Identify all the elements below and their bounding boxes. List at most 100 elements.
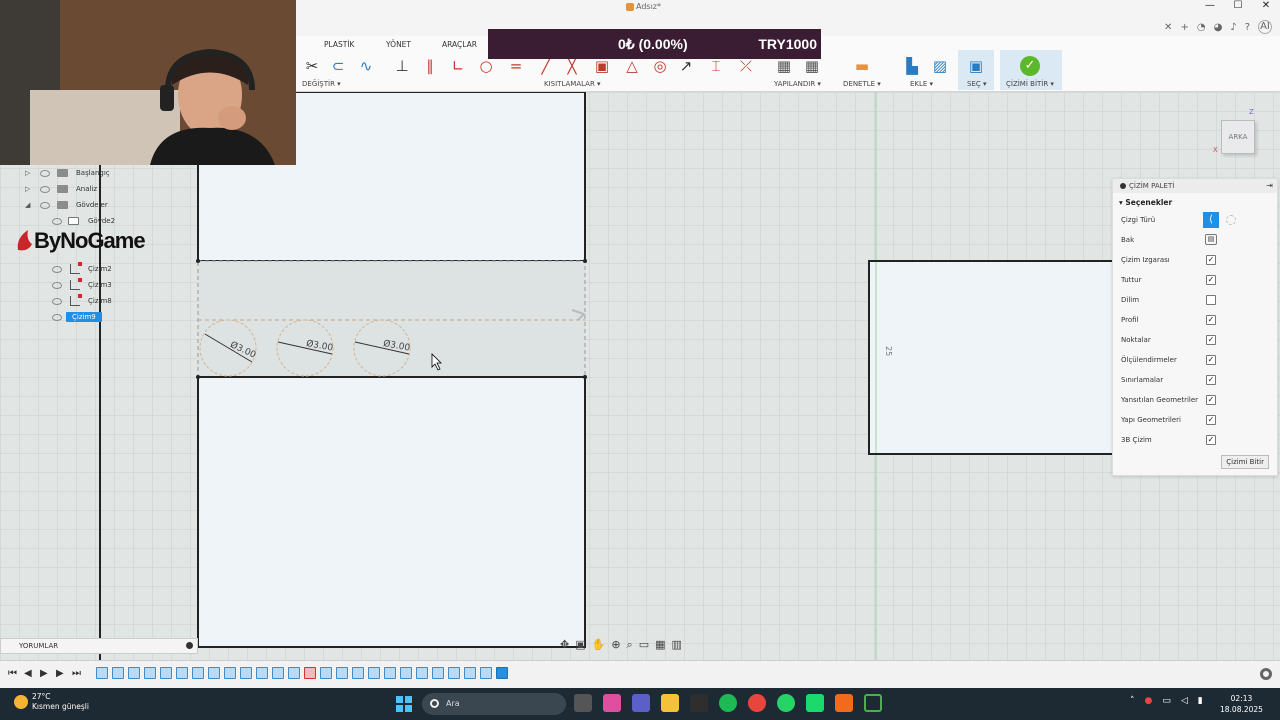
windows-start-icon[interactable]: [396, 696, 412, 712]
timeline-feature[interactable]: [448, 667, 460, 679]
collapse-icon[interactable]: ◢: [25, 201, 30, 209]
chrome-icon[interactable]: [748, 694, 766, 712]
symmetry-icon[interactable]: ⌶: [706, 56, 726, 76]
timeline-feature[interactable]: [416, 667, 428, 679]
timeline-next-icon[interactable]: ▶: [56, 668, 64, 679]
coincident-icon[interactable]: ╱: [536, 56, 556, 76]
tree-item-sketch9[interactable]: Çizim9: [0, 309, 160, 325]
timeline-feature[interactable]: [432, 667, 444, 679]
concentric-icon[interactable]: ◎: [650, 56, 670, 76]
equal-icon[interactable]: =: [506, 56, 526, 76]
taskbar-search[interactable]: Ara: [422, 693, 566, 715]
finish-sketch-button[interactable]: Çizimi Bitir: [1221, 455, 1269, 469]
history-icon[interactable]: ◔: [1197, 22, 1206, 33]
maximize-button[interactable]: ☐: [1224, 0, 1252, 18]
tab-manage[interactable]: YÖNET: [386, 40, 411, 49]
linetype-centerline-icon[interactable]: [1226, 215, 1236, 225]
image-icon[interactable]: ▨: [930, 56, 950, 76]
network-icon[interactable]: ▭: [1162, 696, 1171, 706]
timeline-play-icon[interactable]: ▶: [40, 668, 48, 679]
timeline-feature-active[interactable]: [496, 667, 508, 679]
timeline-feature[interactable]: [464, 667, 476, 679]
timeline-start-icon[interactable]: ⏮: [8, 668, 17, 679]
pattern-icon[interactable]: ▦: [774, 56, 794, 76]
timeline-feature[interactable]: [192, 667, 204, 679]
group-insert[interactable]: EKLE ▾: [910, 80, 933, 88]
look-at-icon[interactable]: ▤: [1205, 234, 1217, 245]
timeline-feature[interactable]: [96, 667, 108, 679]
viewcube[interactable]: ARKA: [1221, 120, 1255, 154]
timeline-prev-icon[interactable]: ◀: [24, 668, 32, 679]
timeline-feature[interactable]: [160, 667, 172, 679]
table-icon[interactable]: ▦: [802, 56, 822, 76]
visibility-eye-icon[interactable]: [52, 217, 62, 225]
timeline-feature[interactable]: [352, 667, 364, 679]
add-comment-icon[interactable]: [186, 642, 193, 649]
perpendicular-icon[interactable]: ∟: [448, 56, 468, 76]
tree-item-sketch8[interactable]: Çizim8: [0, 293, 160, 309]
visibility-eye-icon[interactable]: [40, 185, 50, 193]
midpoint-icon[interactable]: ↗: [676, 56, 696, 76]
triangle-icon[interactable]: △: [622, 56, 642, 76]
timeline-feature[interactable]: [240, 667, 252, 679]
curvature-icon[interactable]: ⤫: [736, 56, 756, 76]
visibility-eye-icon[interactable]: [52, 313, 62, 321]
pan-icon[interactable]: ✋: [592, 638, 606, 652]
timeline-feature[interactable]: [112, 667, 124, 679]
fix-lock-icon[interactable]: ▣: [592, 56, 612, 76]
slice-checkbox[interactable]: [1206, 295, 1216, 305]
timeline-feature[interactable]: [368, 667, 380, 679]
tangent-icon[interactable]: ○: [476, 56, 496, 76]
insert-icon[interactable]: ▙: [902, 56, 922, 76]
zoom-window-icon[interactable]: ⌕: [627, 638, 633, 652]
group-inspect[interactable]: DENETLE ▾: [843, 80, 881, 88]
comments-panel[interactable]: YORUMLAR: [0, 638, 198, 654]
close-button[interactable]: ✕: [1252, 0, 1280, 18]
finish-sketch-icon[interactable]: ✓: [1020, 56, 1040, 76]
launcher-icon[interactable]: [864, 694, 882, 712]
close-tab-icon[interactable]: ✕: [1164, 22, 1172, 33]
timeline-feature[interactable]: [384, 667, 396, 679]
construction-geometry-checkbox[interactable]: ✓: [1206, 415, 1216, 425]
spline-icon[interactable]: ∿: [356, 56, 376, 76]
tree-item-sketch3[interactable]: Çizim3: [0, 277, 160, 293]
offset-icon[interactable]: ⊂: [328, 56, 348, 76]
design-canvas[interactable]: Ø3.00 Ø3.00 Ø3.00 25: [0, 92, 1280, 660]
tree-item-body2[interactable]: Gövde2: [0, 213, 160, 229]
minimize-button[interactable]: —: [1196, 0, 1224, 18]
timeline-feature-error[interactable]: [304, 667, 316, 679]
store-icon[interactable]: [690, 694, 708, 712]
timeline-feature[interactable]: [480, 667, 492, 679]
visibility-eye-icon[interactable]: [40, 201, 50, 209]
taskbar-clock[interactable]: 02:13 18.08.2025: [1220, 693, 1263, 715]
tree-item-sketch2[interactable]: Çizim2: [0, 261, 160, 277]
timeline-feature[interactable]: [128, 667, 140, 679]
microphone-icon[interactable]: ●: [1145, 696, 1153, 706]
visibility-eye-icon[interactable]: [52, 297, 62, 305]
timeline-feature[interactable]: [224, 667, 236, 679]
select-icon[interactable]: ▣: [966, 56, 986, 76]
expand-icon[interactable]: ▷: [25, 185, 30, 193]
timeline-feature[interactable]: [400, 667, 412, 679]
volume-icon[interactable]: ◁: [1181, 696, 1188, 706]
points-checkbox[interactable]: ✓: [1206, 335, 1216, 345]
weather-widget[interactable]: 27°C Kısmen güneşli: [14, 692, 89, 712]
palette-section-options[interactable]: ▾ Seçenekler: [1113, 193, 1277, 210]
help-icon[interactable]: ?: [1245, 22, 1250, 33]
sketch-geometry[interactable]: Ø3.00 Ø3.00 Ø3.00 25: [0, 92, 1280, 660]
orbit-icon[interactable]: ✥: [560, 638, 569, 652]
timeline-feature[interactable]: [144, 667, 156, 679]
whatsapp-icon[interactable]: [777, 694, 795, 712]
visibility-eye-icon[interactable]: [40, 169, 50, 177]
expand-palette-icon[interactable]: ⇥: [1266, 181, 1273, 190]
group-modify[interactable]: DEĞİŞTİR ▾: [302, 80, 341, 88]
timeline-feature[interactable]: [208, 667, 220, 679]
teams-icon[interactable]: [632, 694, 650, 712]
projected-geometry-checkbox[interactable]: ✓: [1206, 395, 1216, 405]
tree-item-bodies[interactable]: ◢ Gövdeler: [0, 197, 160, 213]
trim-icon[interactable]: ✂: [302, 56, 322, 76]
avatar[interactable]: AI: [1258, 20, 1272, 34]
timeline-feature[interactable]: [272, 667, 284, 679]
zoom-icon[interactable]: ⊕: [611, 638, 620, 652]
group-select[interactable]: SEÇ ▾: [967, 80, 987, 88]
